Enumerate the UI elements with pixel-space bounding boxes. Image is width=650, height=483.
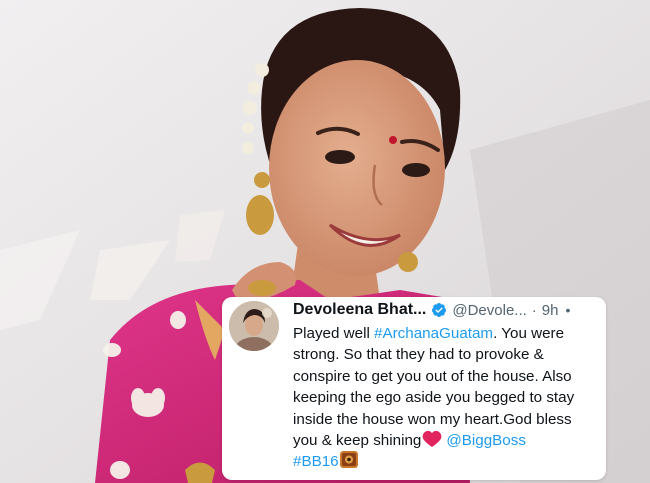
- avatar[interactable]: [229, 301, 279, 351]
- tweet-time[interactable]: 9h: [542, 302, 559, 319]
- tweet-text: Played well #ArchanaGuatam. You were str…: [293, 323, 603, 473]
- bigg-boss-emoji-icon: [339, 451, 358, 469]
- hashtag-link[interactable]: #BB16: [293, 453, 339, 470]
- tweet-line-2: strong. So that they had to provoke &: [293, 346, 544, 364]
- heart-icon: [422, 430, 442, 448]
- text-segment: . You were: [493, 325, 565, 342]
- author-name[interactable]: Devoleena Bhat...: [293, 301, 426, 319]
- more-options-icon[interactable]: •: [565, 302, 570, 318]
- hashtag-link[interactable]: #ArchanaGuatam: [374, 325, 493, 342]
- separator-dot: ·: [531, 301, 537, 319]
- tweet-line-6: you & keep shining @BiggBoss: [293, 430, 603, 451]
- mention-link[interactable]: @BiggBoss: [446, 432, 526, 449]
- text-segment: Played well: [293, 325, 375, 342]
- tweet-line-3: conspire to get you out of the house. Al…: [293, 367, 572, 385]
- tweet-line-1: Played well #ArchanaGuatam. You were: [293, 323, 603, 344]
- author-handle[interactable]: @Devole...: [452, 302, 526, 319]
- tweet-line-5: inside the house won my heart.God bless: [293, 410, 572, 428]
- tweet-line-4: keeping the ego aside you begged to stay: [293, 389, 575, 407]
- avatar-image: [229, 301, 279, 351]
- tweet-header: Devoleena Bhat... @Devole... · 9h •: [293, 299, 600, 321]
- text-segment: you & keep shining: [293, 432, 422, 450]
- verified-badge-icon: [432, 303, 447, 317]
- tweet-line-7: #BB16: [293, 451, 603, 472]
- tweet-card[interactable]: Devoleena Bhat... @Devole... · 9h • Play…: [222, 297, 606, 480]
